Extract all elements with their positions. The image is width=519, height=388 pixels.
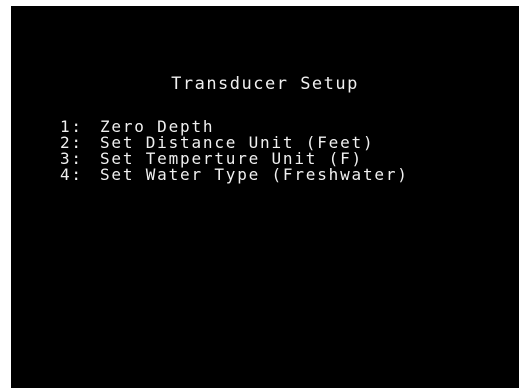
menu-item-water-type[interactable]: 4: Set Water Type (Freshwater): [60, 167, 409, 183]
display-screen: Transducer Setup 1: Zero Depth 2: Set Dist…: [11, 6, 519, 388]
device-frame: Transducer Setup 1: Zero Depth 2: Set Dist…: [0, 0, 519, 388]
menu-item-number: 4:: [60, 165, 83, 184]
menu-item-label: Set Water Type (Freshwater): [100, 165, 409, 184]
menu-title: Transducer Setup: [171, 74, 359, 94]
transducer-setup-menu: 1: Zero Depth 2: Set Distance Unit (Feet) …: [60, 119, 409, 183]
